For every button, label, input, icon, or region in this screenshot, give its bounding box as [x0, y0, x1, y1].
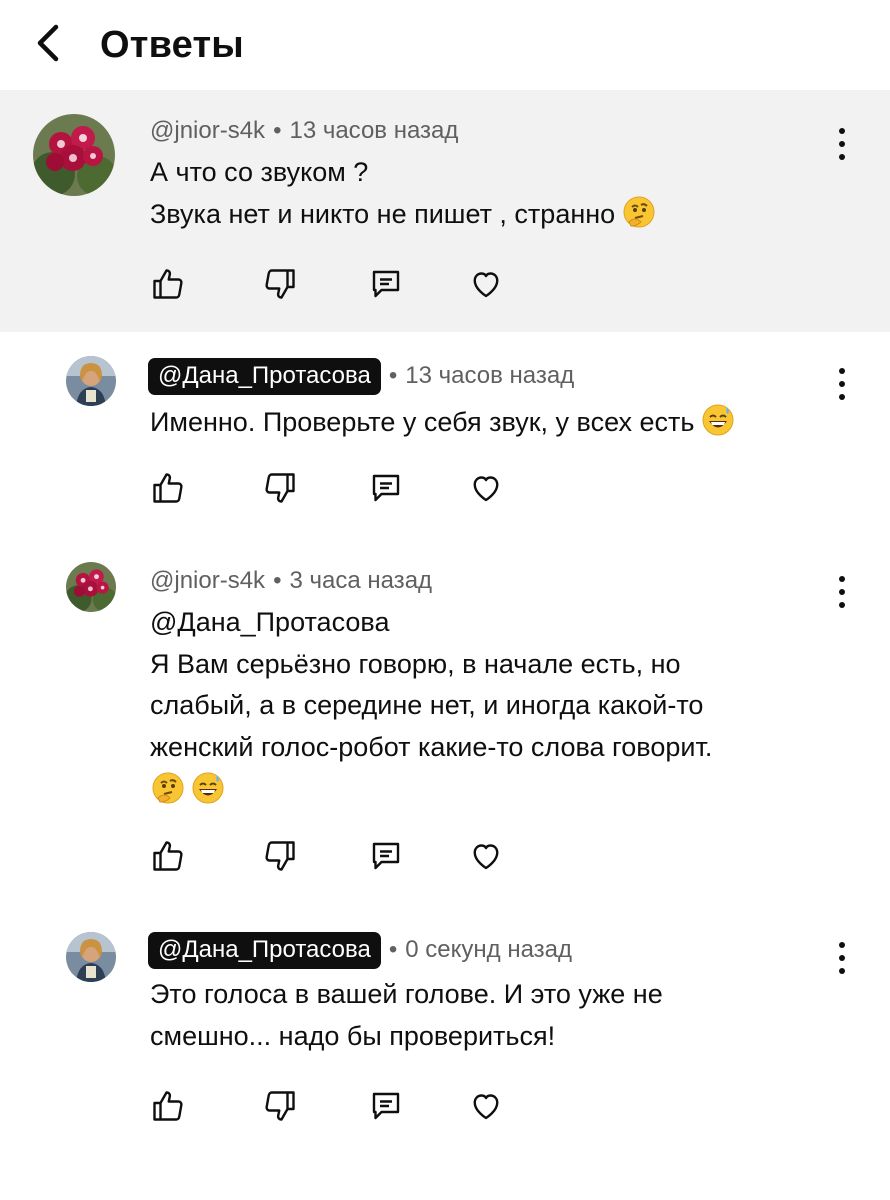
thumbs-up-icon	[153, 1091, 183, 1121]
more-vertical-icon[interactable]	[832, 364, 852, 404]
reply-comment-icon	[372, 842, 400, 870]
timestamp: 0 секунд назад	[405, 936, 573, 963]
like-button[interactable]	[146, 834, 190, 878]
emoji-line	[150, 768, 830, 817]
comment-reply: @jnior-s4k • 3 часа назад @Дана_Протасов…	[0, 540, 890, 900]
comment-meta: @jnior-s4k • 13 часов назад	[150, 116, 458, 146]
reply-button[interactable]	[364, 834, 408, 878]
comment-text: А что со звуком ? Звука нет и никто не п…	[150, 152, 830, 240]
heart-icon	[473, 844, 499, 870]
comment-line: @Дана_Протасова	[150, 607, 390, 637]
timestamp: 3 часа назад	[289, 567, 433, 594]
thinking-face-emoji	[152, 772, 184, 817]
dislike-button[interactable]	[258, 834, 302, 878]
comment-line: Звука нет и никто не пишет , странно	[150, 198, 616, 229]
timestamp: 13 часов назад	[405, 362, 575, 389]
page-title: Ответы	[100, 24, 244, 66]
comment-text: @Дана_Протасова Я Вам серьёзно говорю, в…	[150, 602, 830, 817]
chevron-left-icon	[37, 24, 59, 62]
comment-line: женский голос-робот какие-то слова говор…	[150, 731, 713, 762]
author-handle[interactable]: @jnior-s4k	[150, 117, 265, 145]
separator-dot: •	[273, 117, 282, 144]
comment-text: Это голоса в вашей голове. И это уже не …	[150, 974, 830, 1057]
timestamp: 13 часов назад	[289, 117, 459, 144]
dislike-button[interactable]	[258, 1084, 302, 1128]
avatar[interactable]	[33, 114, 115, 196]
avatar[interactable]	[66, 562, 116, 612]
comment-line: Именно. Проверьте у себя звук, у всех ес…	[150, 407, 695, 437]
comment-reply: @Дана_Протасова • 0 секунд назад Это гол…	[0, 910, 890, 1160]
dislike-button[interactable]	[258, 466, 302, 510]
back-button[interactable]	[24, 18, 74, 68]
comment-reply: @Дана_Протасова • 13 часов назад Именно.…	[0, 332, 890, 528]
comment-line: Я Вам серьёзно говорю, в начале есть, но	[150, 648, 681, 679]
comment-meta: @Дана_Протасова • 0 секунд назад	[148, 931, 573, 969]
reply-button[interactable]	[364, 466, 408, 510]
grinning-sweat-emoji	[702, 404, 734, 449]
dislike-button[interactable]	[258, 262, 302, 306]
woman-photo-avatar	[66, 356, 116, 406]
avatar[interactable]	[66, 932, 116, 982]
author-handle[interactable]: @Дана_Протасова	[148, 357, 381, 395]
like-button[interactable]	[146, 1084, 190, 1128]
reply-button[interactable]	[364, 1084, 408, 1128]
more-vertical-icon[interactable]	[832, 124, 852, 164]
woman-photo-avatar	[66, 932, 116, 982]
like-button[interactable]	[146, 466, 190, 510]
heart-icon	[473, 1094, 499, 1120]
comment-line: А что со звуком ?	[150, 157, 369, 187]
comment-meta: @Дана_Протасова • 13 часов назад	[148, 357, 575, 395]
comment-text: Именно. Проверьте у себя звук, у всех ес…	[150, 402, 830, 449]
thinking-face-emoji	[623, 196, 655, 241]
thumbs-down-icon	[265, 1091, 295, 1121]
author-handle[interactable]: @Дана_Протасова	[148, 931, 381, 969]
heart-icon	[473, 476, 499, 502]
heart-button[interactable]	[464, 1084, 508, 1128]
violet-flower-avatar	[66, 562, 116, 612]
more-vertical-icon[interactable]	[832, 572, 852, 612]
thumbs-up-icon	[153, 269, 183, 299]
heart-icon	[473, 272, 499, 298]
reply-comment-icon	[372, 1092, 400, 1120]
heart-button[interactable]	[464, 466, 508, 510]
comment-meta: @jnior-s4k • 3 часа назад	[150, 566, 432, 596]
reply-button[interactable]	[364, 262, 408, 306]
thumbs-up-icon	[153, 841, 183, 871]
comment-line: смешно... надо бы провериться!	[150, 1020, 556, 1051]
comment-line: слабый, а в середине нет, и иногда какой…	[150, 690, 704, 720]
header: Ответы	[0, 0, 890, 90]
thumbs-down-icon	[265, 269, 295, 299]
heart-button[interactable]	[464, 834, 508, 878]
comment-line: Это голоса в вашей голове. И это уже не	[150, 979, 663, 1009]
author-handle[interactable]: @jnior-s4k	[150, 567, 265, 595]
comment-parent: @jnior-s4k • 13 часов назад А что со зву…	[0, 90, 890, 332]
violet-flower-avatar	[33, 114, 115, 196]
reply-comment-icon	[372, 474, 400, 502]
thumbs-down-icon	[265, 841, 295, 871]
thumbs-down-icon	[265, 473, 295, 503]
thumbs-up-icon	[153, 473, 183, 503]
avatar[interactable]	[66, 356, 116, 406]
separator-dot: •	[273, 567, 282, 594]
more-vertical-icon[interactable]	[832, 938, 852, 978]
grinning-sweat-emoji	[192, 772, 224, 817]
separator-dot: •	[388, 936, 398, 963]
separator-dot: •	[388, 362, 398, 389]
reply-comment-icon	[372, 270, 400, 298]
comment-line-with-emoji: Звука нет и никто не пишет , странно	[150, 194, 830, 241]
like-button[interactable]	[146, 262, 190, 306]
heart-button[interactable]	[464, 262, 508, 306]
comment-line-with-emoji: Именно. Проверьте у себя звук, у всех ес…	[150, 402, 830, 449]
